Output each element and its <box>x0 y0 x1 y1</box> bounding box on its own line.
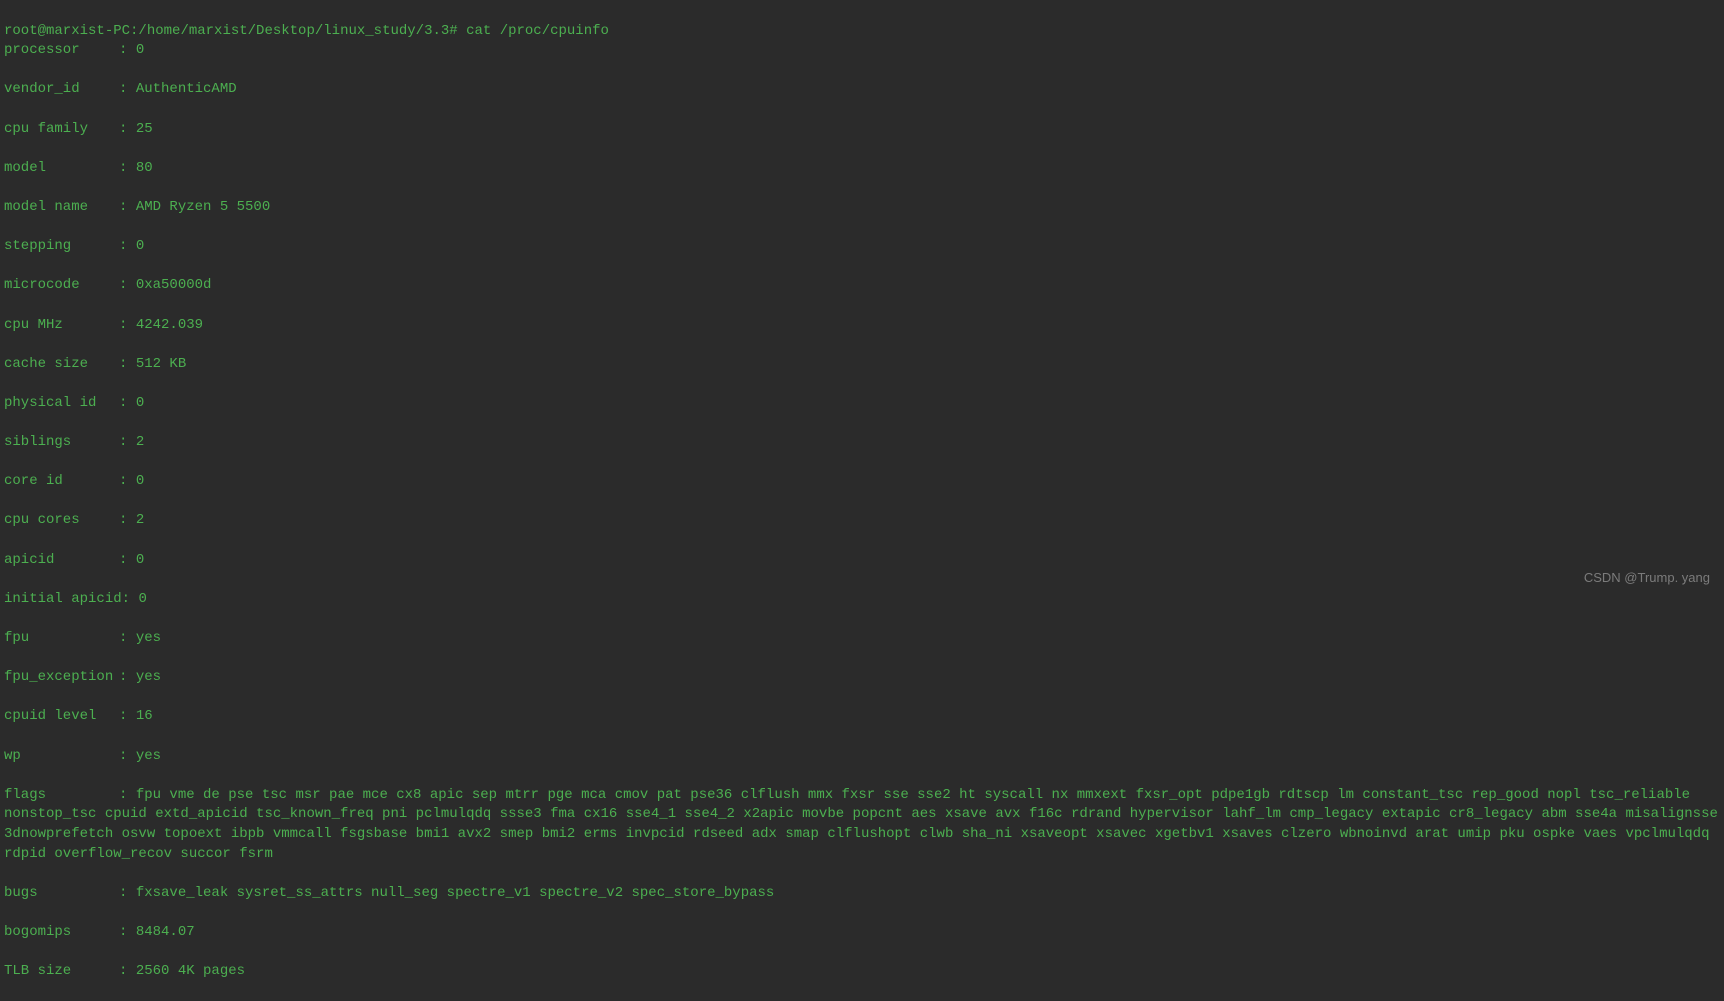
key-model: model <box>4 159 119 179</box>
value-flags: fpu vme de pse tsc msr pae mce cx8 apic … <box>4 787 1724 862</box>
value-initial-apicid: 0 <box>138 591 146 607</box>
value-tlb-size: 2560 4K pages <box>136 963 245 979</box>
value-cpu-cores: 2 <box>136 512 144 528</box>
key-fpu-exception: fpu_exception <box>4 668 119 688</box>
key-siblings: siblings <box>4 433 119 453</box>
value-cpu-mhz: 4242.039 <box>136 317 203 333</box>
cpuinfo-fpu: fpu: yes <box>4 629 1720 649</box>
value-apicid: 0 <box>136 552 144 568</box>
value-fpu: yes <box>136 630 161 646</box>
command-text: cat /proc/cpuinfo <box>466 23 609 39</box>
key-cache-size: cache size <box>4 355 119 375</box>
cpuinfo-model-name: model name: AMD Ryzen 5 5500 <box>4 198 1720 218</box>
cpuinfo-initial-apicid: initial apicid: 0 <box>4 590 1720 610</box>
key-bogomips: bogomips <box>4 923 119 943</box>
value-bogomips: 8484.07 <box>136 924 195 940</box>
key-processor: processor <box>4 41 119 61</box>
key-wp: wp <box>4 747 119 767</box>
value-cpu-family: 25 <box>136 121 153 137</box>
key-core-id: core id <box>4 472 119 492</box>
value-core-id: 0 <box>136 473 144 489</box>
cpuinfo-vendor-id: vendor_id: AuthenticAMD <box>4 80 1720 100</box>
key-fpu: fpu <box>4 629 119 649</box>
value-stepping: 0 <box>136 238 144 254</box>
value-siblings: 2 <box>136 434 144 450</box>
value-cache-size: 512 KB <box>136 356 186 372</box>
key-initial-apicid: initial apicid <box>4 590 122 610</box>
prompt-user-host: root@marxist-PC <box>4 23 130 39</box>
value-model-name: AMD Ryzen 5 5500 <box>136 199 270 215</box>
cpuinfo-flags: flags: fpu vme de pse tsc msr pae mce cx… <box>4 786 1720 864</box>
cpuinfo-bogomips: bogomips: 8484.07 <box>4 923 1720 943</box>
key-vendor-id: vendor_id <box>4 80 119 100</box>
watermark-text: CSDN @Trump. yang <box>1584 569 1710 587</box>
value-cpuid-level: 16 <box>136 708 153 724</box>
cpuinfo-tlb-size: TLB size: 2560 4K pages <box>4 962 1720 982</box>
key-tlb-size: TLB size <box>4 962 119 982</box>
key-bugs: bugs <box>4 884 119 904</box>
value-wp: yes <box>136 748 161 764</box>
cpuinfo-physical-id: physical id: 0 <box>4 394 1720 414</box>
cpuinfo-wp: wp: yes <box>4 747 1720 767</box>
key-model-name: model name <box>4 198 119 218</box>
cpuinfo-model: model: 80 <box>4 159 1720 179</box>
value-fpu-exception: yes <box>136 669 161 685</box>
cpuinfo-apicid: apicid: 0 <box>4 551 1720 571</box>
key-microcode: microcode <box>4 276 119 296</box>
key-stepping: stepping <box>4 237 119 257</box>
shell-prompt: root@marxist-PC:/home/marxist/Desktop/li… <box>4 23 609 39</box>
key-apicid: apicid <box>4 551 119 571</box>
value-processor: 0 <box>136 42 144 58</box>
cpuinfo-cpu-family: cpu family: 25 <box>4 120 1720 140</box>
cpuinfo-cpu-mhz: cpu MHz: 4242.039 <box>4 316 1720 336</box>
cpuinfo-microcode: microcode: 0xa50000d <box>4 276 1720 296</box>
key-flags: flags <box>4 786 119 806</box>
cpuinfo-fpu-exception: fpu_exception: yes <box>4 668 1720 688</box>
key-cpu-family: cpu family <box>4 120 119 140</box>
cpuinfo-cpu-cores: cpu cores: 2 <box>4 511 1720 531</box>
value-bugs: fxsave_leak sysret_ss_attrs null_seg spe… <box>136 885 775 901</box>
key-cpu-mhz: cpu MHz <box>4 316 119 336</box>
cpuinfo-cache-size: cache size: 512 KB <box>4 355 1720 375</box>
prompt-path: :/home/marxist/Desktop/linux_study/3.3# <box>130 23 458 39</box>
cpuinfo-core-id: core id: 0 <box>4 472 1720 492</box>
value-model: 80 <box>136 160 153 176</box>
key-physical-id: physical id <box>4 394 119 414</box>
value-microcode: 0xa50000d <box>136 277 212 293</box>
cpuinfo-siblings: siblings: 2 <box>4 433 1720 453</box>
terminal-output: root@marxist-PC:/home/marxist/Desktop/li… <box>4 2 1720 1001</box>
key-cpu-cores: cpu cores <box>4 511 119 531</box>
value-vendor-id: AuthenticAMD <box>136 81 237 97</box>
cpuinfo-bugs: bugs: fxsave_leak sysret_ss_attrs null_s… <box>4 884 1720 904</box>
cpuinfo-processor: processor: 0 <box>4 41 1720 61</box>
key-cpuid-level: cpuid level <box>4 707 119 727</box>
cpuinfo-cpuid-level: cpuid level: 16 <box>4 707 1720 727</box>
cpuinfo-stepping: stepping: 0 <box>4 237 1720 257</box>
value-physical-id: 0 <box>136 395 144 411</box>
